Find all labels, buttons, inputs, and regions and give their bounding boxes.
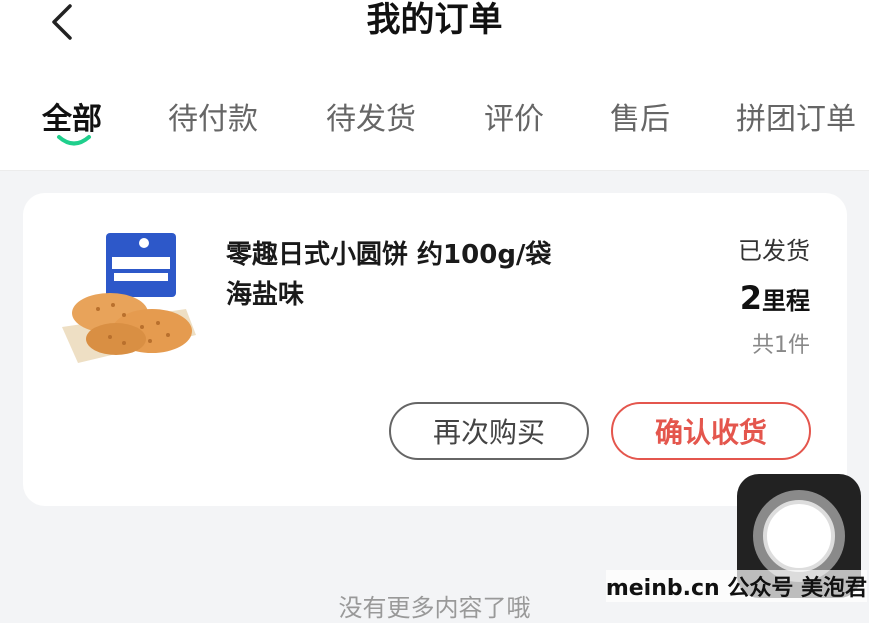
back-button[interactable] bbox=[42, 2, 82, 42]
assistive-touch-inner bbox=[763, 500, 835, 572]
tab-pending-payment[interactable]: 待付款 bbox=[168, 94, 258, 138]
tab-review[interactable]: 评价 bbox=[484, 94, 544, 138]
tab-group-orders[interactable]: 拼团订单 bbox=[736, 94, 856, 138]
price-value: 2 bbox=[739, 279, 762, 317]
page-title: 我的订单 bbox=[366, 0, 503, 40]
tab-after-sales[interactable]: 售后 bbox=[610, 94, 670, 138]
tab-all[interactable]: 全部 bbox=[42, 94, 102, 138]
header-bar: 我的订单 bbox=[0, 0, 869, 70]
product-image[interactable] bbox=[58, 231, 198, 367]
assistive-touch-icon bbox=[753, 490, 845, 582]
order-card[interactable]: 零趣日式小圆饼 约100g/袋 海盐味 已发货 2里程 共1件 再次购买 确认收… bbox=[23, 193, 847, 506]
product-name[interactable]: 零趣日式小圆饼 约100g/袋 海盐味 bbox=[226, 235, 586, 315]
watermark-text: meinb.cn 公众号 美泡君 bbox=[605, 570, 867, 602]
order-tabs: 全部 待付款 待发货 评价 售后 拼团订单 bbox=[0, 70, 869, 171]
active-tab-indicator bbox=[57, 135, 91, 146]
order-status: 已发货 bbox=[738, 237, 810, 265]
confirm-receipt-button[interactable]: 确认收货 bbox=[611, 402, 811, 460]
tab-pending-shipment[interactable]: 待发货 bbox=[326, 94, 416, 138]
price-unit: 里程 bbox=[762, 287, 810, 315]
rebuy-button[interactable]: 再次购买 bbox=[389, 402, 589, 460]
order-quantity: 共1件 bbox=[752, 333, 810, 358]
chevron-left-icon bbox=[52, 4, 72, 40]
order-price: 2里程 bbox=[740, 279, 810, 317]
